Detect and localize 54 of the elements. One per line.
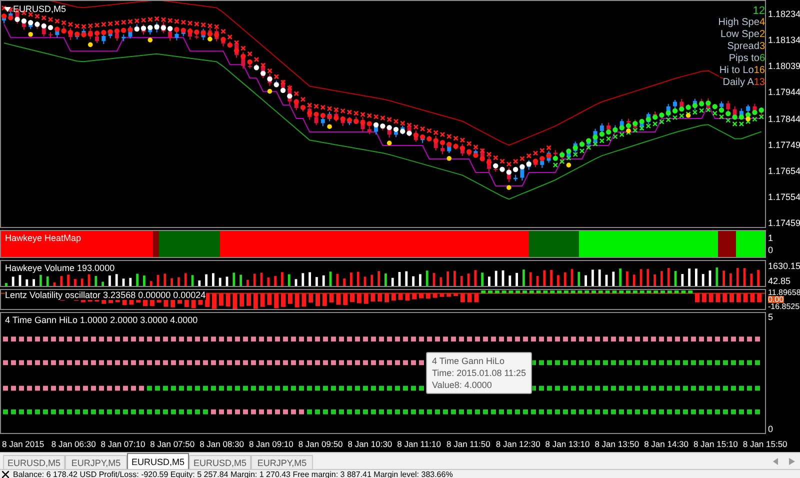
panel-title: Hawkeye HeatMap — [5, 233, 82, 243]
chart-tab[interactable]: EURUSD,M5 — [127, 453, 189, 469]
time-axis-label: 8 Jan 07:10 — [100, 439, 146, 449]
info-label: Pips to — [728, 53, 760, 65]
panel-title: Lentz Volatility oscillator 3.23568 0.00000 0.00024 — [5, 290, 206, 300]
time-axis-label: 8 Jan 09:50 — [298, 439, 344, 449]
info-label: Spread — [727, 41, 760, 53]
axis-label: 11.89658 — [768, 289, 800, 296]
time-axis-label: 8 Jan 12:30 — [496, 439, 542, 449]
chart-tab[interactable]: EURUSD,M5 — [3, 455, 65, 469]
axis-label: 0 — [768, 424, 774, 434]
account-status-text: Balance: 6 178.42 USD Profit/Loss: -920.59 Equity: 5 257.84 Margin: 1 270.43 Free margin: 3 887.41 Margin level: 383.66% — [13, 470, 453, 478]
axis-label: 1 — [768, 233, 774, 243]
axis-label: 1630.15 — [768, 261, 800, 271]
axis-label: 5 — [768, 312, 774, 322]
time-axis-label: 8 Jan 13:10 — [545, 439, 591, 449]
tooltip-line: Value8: 4.0000 — [432, 379, 493, 391]
chart-tab[interactable]: EURJPY,M5 — [65, 455, 127, 469]
axis-label: 42.85 — [768, 276, 791, 286]
info-label: Daily A — [722, 77, 754, 89]
time-axis-label: 8 Jan 10:30 — [348, 439, 394, 449]
time-axis-label: 8 Jan 2015 — [2, 439, 46, 449]
axis-label: 1.17749 — [768, 140, 800, 150]
axis-label: 1.17654 — [768, 166, 800, 176]
axis-label: 0 — [768, 245, 774, 255]
time-axis-label: 8 Jan 07:50 — [150, 439, 196, 449]
tooltip-title: 4 Time Gann HiLo — [432, 355, 506, 367]
axis-label: 1.17554 — [768, 192, 800, 202]
time-axis-label: 8 Jan 14:30 — [644, 439, 690, 449]
info-label: Low Spe — [720, 29, 760, 41]
axis-label: 1.18234 — [768, 9, 800, 19]
time-axis-label: 8 Jan 11:50 — [446, 439, 492, 449]
axis-label: 1.17844 — [768, 114, 800, 124]
axis-label: 1.17459 — [768, 218, 800, 228]
time-axis-label: 8 Jan 15:50 — [742, 439, 788, 449]
chart-tab[interactable]: EURJPY,M5 — [251, 455, 313, 469]
panel-title: Hawkeye Volume 193.0000 — [5, 263, 115, 273]
time-axis-label: 8 Jan 09:10 — [248, 439, 294, 449]
axis-label: 1.18134 — [768, 35, 800, 46]
chart-tab[interactable]: EURUSD,M5 — [189, 455, 251, 469]
axis-label: 1.17944 — [768, 87, 800, 98]
axis-label: -16.8525 — [768, 303, 800, 310]
chart-symbol: EURUSD,M5 — [13, 4, 66, 14]
time-axis-label: 8 Jan 13:50 — [594, 439, 640, 449]
time-axis-label: 8 Jan 08:30 — [200, 439, 245, 449]
panel-title: 4 Time Gann HiLo 1.0000 2.0000 3.0000 4.0000 — [5, 315, 198, 325]
axis-label: 0.00 — [768, 296, 784, 303]
time-axis-label: 8 Jan 11:10 — [397, 439, 442, 449]
info-label: High Spe — [718, 17, 760, 29]
time-axis-label: 8 Jan 15:10 — [693, 439, 739, 449]
axis-label: 1.18039 — [768, 61, 800, 72]
time-axis-label: 8 Jan 06:30 — [51, 439, 97, 449]
info-value: 12 — [752, 5, 765, 17]
tooltip-line: Time: 2015.01.08 11:25 — [432, 367, 526, 379]
